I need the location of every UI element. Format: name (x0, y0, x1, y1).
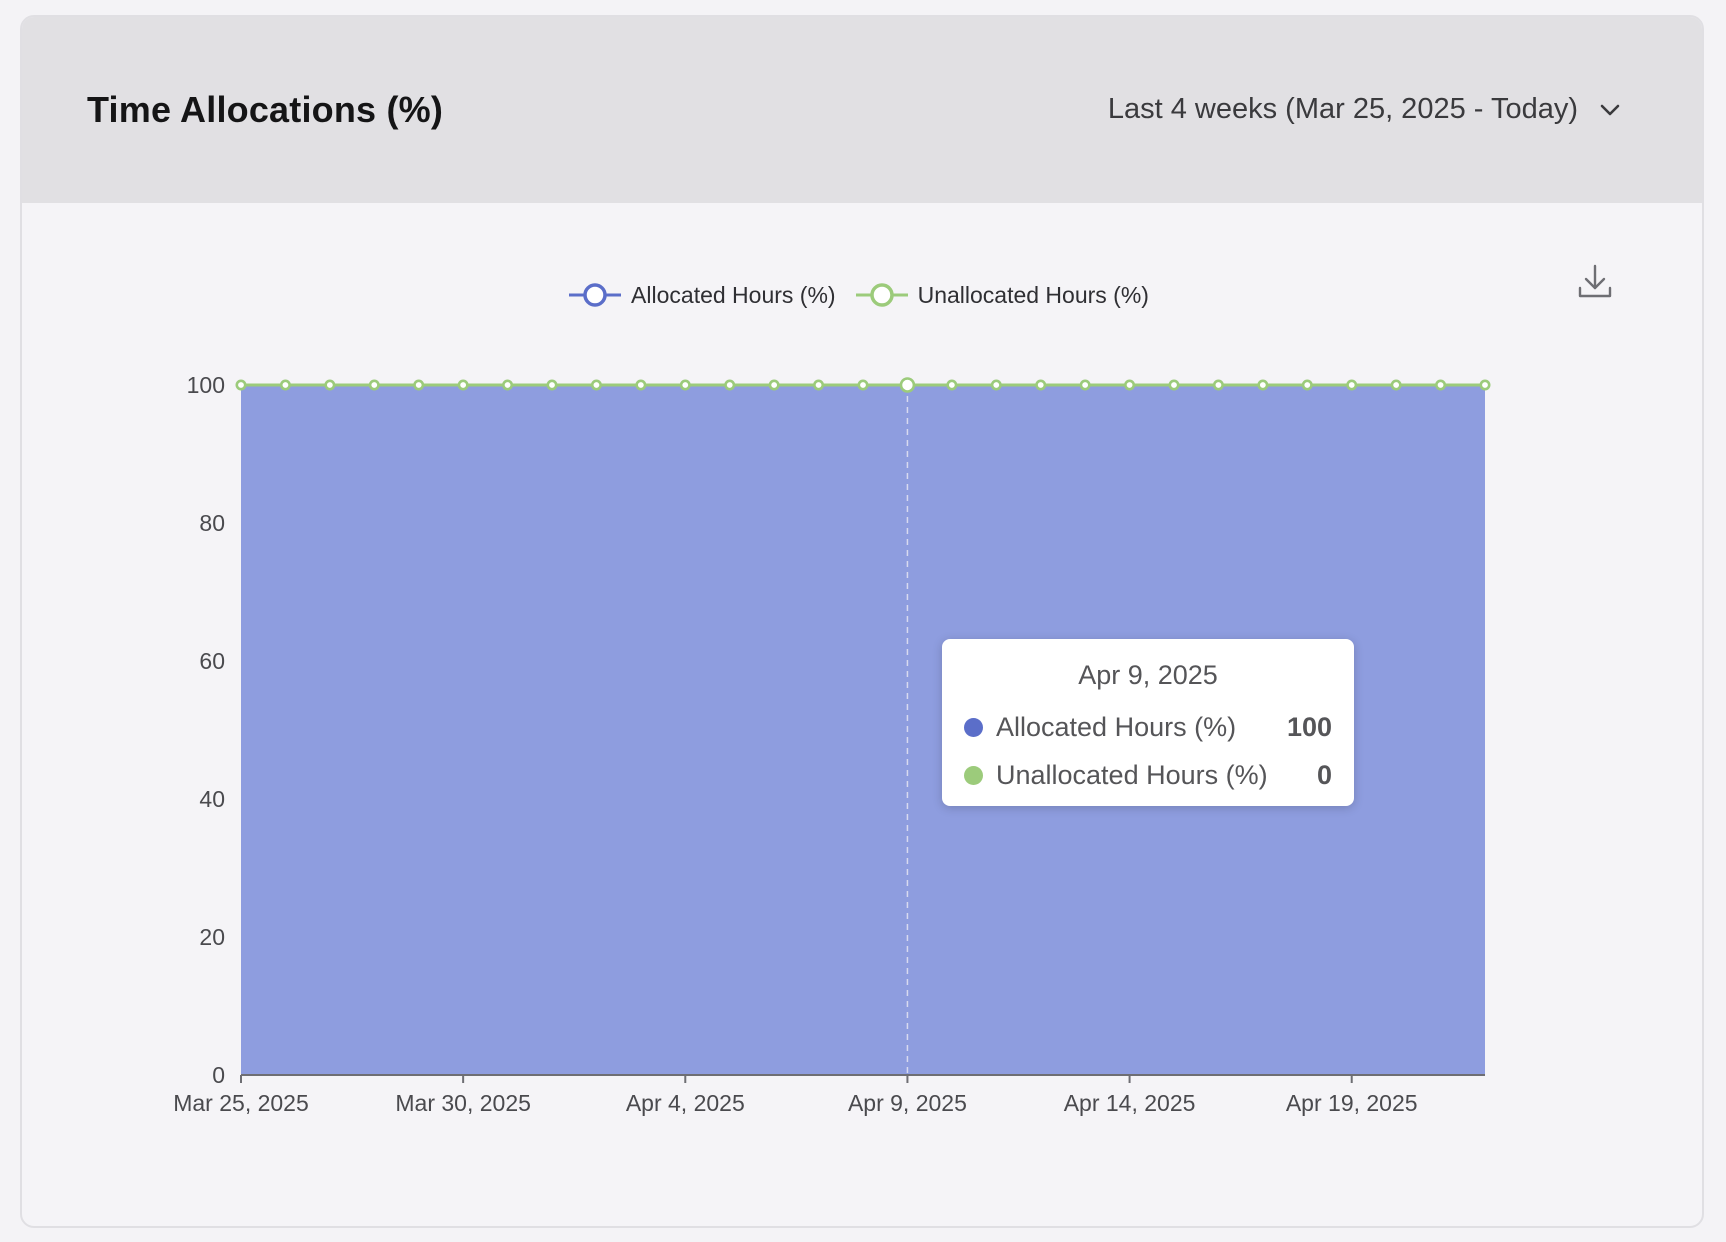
legend-swatch-circle (869, 283, 894, 307)
chart-legend: Allocated Hours (%) Unallocated Hours (%… (0, 280, 1726, 310)
legend-line-circle-icon (569, 283, 622, 307)
legend-line-circle-icon (855, 283, 908, 307)
legend-item-allocated[interactable]: Allocated Hours (%) (569, 280, 836, 310)
tooltip-row-allocated: Allocated Hours (%) 100 (964, 703, 1332, 751)
legend-item-unallocated[interactable]: Unallocated Hours (%) (855, 280, 1149, 310)
time-allocations-card: Time Allocations (%) Last 4 weeks (Mar 2… (20, 15, 1704, 1228)
chevron-down-icon (1600, 104, 1620, 115)
legend-label-unallocated: Unallocated Hours (%) (917, 281, 1149, 308)
date-range-dropdown[interactable]: Last 4 weeks (Mar 25, 2025 - Today) (1108, 93, 1622, 126)
tooltip-row-unallocated: Unallocated Hours (%) 0 (964, 751, 1332, 799)
tooltip-series-value: 100 (1286, 711, 1332, 742)
page-title: Time Allocations (%) (87, 89, 444, 130)
legend-swatch-circle (583, 283, 607, 307)
tooltip-date: Apr 9, 2025 (1078, 660, 1218, 690)
card-header: Time Allocations (%) Last 4 weeks (Mar 2… (22, 17, 1702, 203)
tooltip-dot-unallocated (964, 765, 983, 785)
tooltip-series-name: Allocated Hours (%) (996, 711, 1237, 742)
legend-label-allocated: Allocated Hours (%) (631, 281, 836, 308)
tooltip-series-name: Unallocated Hours (%) (996, 759, 1268, 790)
date-range-label: Last 4 weeks (Mar 25, 2025 - Today) (1107, 93, 1578, 125)
chart-tooltip: Apr 9, 2025 Allocated Hours (%) 100 Unal… (942, 639, 1354, 806)
tooltip-dot-allocated (964, 717, 983, 737)
tooltip-series-value: 0 (1316, 759, 1332, 790)
